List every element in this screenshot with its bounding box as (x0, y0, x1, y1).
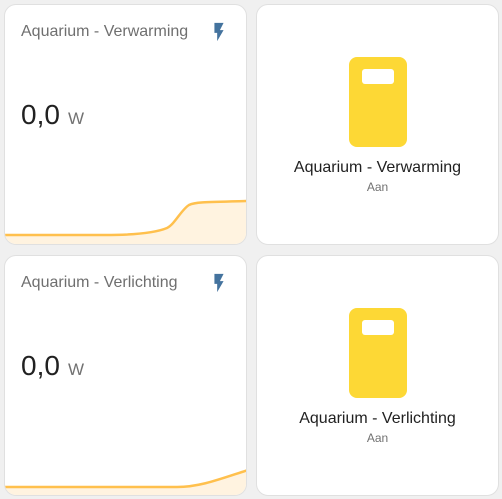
sensor-card-verwarming[interactable]: Aquarium - Verwarming 0,0 W (4, 4, 247, 245)
sensor-history-graph (5, 199, 246, 244)
sensor-unit: W (67, 360, 84, 379)
sensor-history-graph (5, 469, 246, 495)
sensor-value-number: 0,0 (21, 99, 60, 130)
switch-card-verlichting[interactable]: Aquarium - Verlichting Aan (256, 255, 499, 496)
sensor-value: 0,0 W (21, 99, 84, 131)
flash-icon (214, 273, 224, 293)
sensor-title: Aquarium - Verwarming (21, 23, 189, 40)
power-socket-icon (349, 308, 407, 398)
sensor-value-number: 0,0 (21, 350, 60, 381)
switch-name: Aquarium - Verlichting (299, 410, 456, 427)
sensor-unit: W (67, 109, 84, 128)
power-socket-icon (349, 57, 407, 147)
switch-state: Aan (366, 180, 389, 194)
graph-area (5, 201, 246, 244)
sensor-value: 0,0 W (21, 350, 84, 382)
sensor-title: Aquarium - Verlichting (21, 274, 178, 291)
switch-name: Aquarium - Verwarming (293, 159, 462, 176)
flash-icon (214, 22, 224, 42)
switch-card-verwarming[interactable]: Aquarium - Verwarming Aan (256, 4, 499, 245)
sensor-card-verlichting[interactable]: Aquarium - Verlichting 0,0 W (4, 255, 247, 496)
switch-state: Aan (366, 431, 389, 445)
